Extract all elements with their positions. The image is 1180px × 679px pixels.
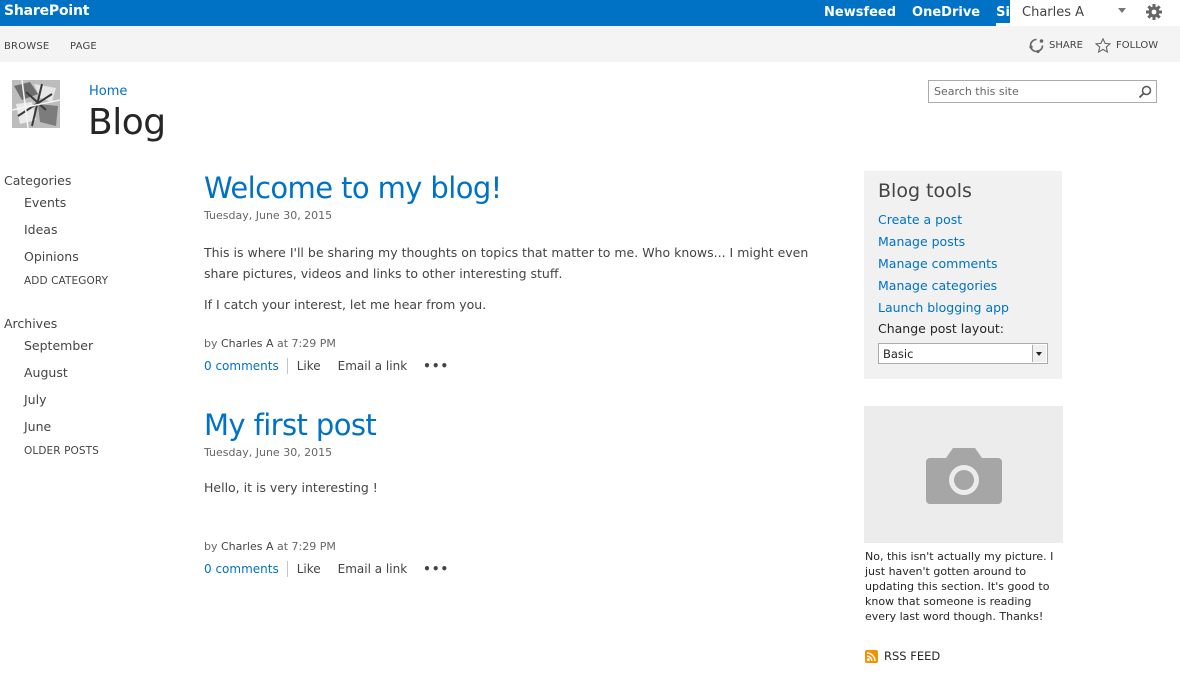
nav-item-july[interactable]: July <box>24 392 46 407</box>
post-layout-value: Basic <box>883 347 914 361</box>
nav-item-june[interactable]: June <box>24 419 51 434</box>
post-date: Tuesday, June 30, 2015 <box>204 209 333 222</box>
like-button[interactable]: Like <box>297 561 321 577</box>
post-date: Tuesday, June 30, 2015 <box>204 446 333 459</box>
post-layout-select[interactable]: Basic <box>878 343 1048 364</box>
older-posts-link[interactable]: OLDER POSTS <box>24 445 99 457</box>
more-options-icon[interactable]: ••• <box>423 563 449 575</box>
email-link-button[interactable]: Email a link <box>338 358 408 374</box>
search-box <box>928 80 1157 103</box>
chevron-down-icon[interactable] <box>1118 8 1126 13</box>
search-icon[interactable] <box>1138 85 1152 99</box>
user-menu[interactable]: Charles A <box>1010 0 1180 26</box>
manage-posts-link[interactable]: Manage posts <box>878 234 965 249</box>
post-layout-label: Change post layout: <box>878 321 1005 336</box>
blog-tools-title: Blog tools <box>878 180 972 202</box>
brand-logo[interactable]: SharePoint <box>4 3 89 19</box>
tab-browse[interactable]: BROWSE <box>4 41 49 52</box>
breadcrumb-home[interactable]: Home <box>89 84 127 99</box>
nav-item-events[interactable]: Events <box>24 195 66 210</box>
add-category-link[interactable]: ADD CATEGORY <box>24 275 108 287</box>
launch-blogging-app-link[interactable]: Launch blogging app <box>878 300 1009 315</box>
nav-item-september[interactable]: September <box>24 338 93 353</box>
page-title: Blog <box>88 102 166 143</box>
post-byline: by Charles A at 7:29 PM <box>204 540 336 553</box>
tab-page[interactable]: PAGE <box>70 41 97 52</box>
share-label: SHARE <box>1049 40 1083 51</box>
manage-categories-link[interactable]: Manage categories <box>878 278 997 293</box>
about-text: No, this isn't actually my picture. I ju… <box>865 550 1054 623</box>
post-body: Hello, it is very interesting ! <box>204 477 814 498</box>
suite-link-newsfeed[interactable]: Newsfeed <box>816 0 904 26</box>
profile-picture-placeholder <box>864 406 1063 543</box>
rss-feed-link[interactable]: RSS FEED <box>865 649 940 663</box>
byline-prefix: by <box>204 540 218 553</box>
post-paragraph: If I catch your interest, let me hear fr… <box>204 297 487 312</box>
post-paragraph: This is where I'll be sharing my thought… <box>204 245 809 281</box>
post-author[interactable]: Charles A <box>221 337 274 350</box>
post-time: at 7:29 PM <box>277 337 336 350</box>
post-paragraph: Hello, it is very interesting ! <box>204 480 378 495</box>
chevron-down-icon[interactable] <box>1032 345 1046 362</box>
byline-prefix: by <box>204 337 218 350</box>
nav-item-august[interactable]: August <box>24 365 68 380</box>
post-actions: 0 comments Like Email a link ••• <box>204 357 449 375</box>
share-button[interactable]: SHARE <box>1029 38 1083 53</box>
comments-link[interactable]: 0 comments <box>204 358 288 374</box>
share-icon <box>1029 38 1044 53</box>
post-title[interactable]: Welcome to my blog! <box>204 171 502 205</box>
blog-tools-panel: Blog tools Create a post Manage posts Ma… <box>864 171 1062 379</box>
post-author[interactable]: Charles A <box>221 540 274 553</box>
suite-link-onedrive[interactable]: OneDrive <box>904 0 988 26</box>
user-name[interactable]: Charles A <box>1022 5 1084 20</box>
manage-comments-link[interactable]: Manage comments <box>878 256 998 271</box>
follow-label: FOLLOW <box>1116 40 1159 51</box>
post-actions: 0 comments Like Email a link ••• <box>204 560 449 578</box>
post-title[interactable]: My first post <box>204 408 377 442</box>
ribbon: BROWSE PAGE SHARE FOLLOW <box>0 26 1180 62</box>
more-options-icon[interactable]: ••• <box>423 360 449 372</box>
post-body: This is where I'll be sharing my thought… <box>204 242 814 315</box>
star-icon <box>1095 38 1111 53</box>
email-link-button[interactable]: Email a link <box>338 561 408 577</box>
search-input[interactable] <box>929 81 1129 102</box>
rss-icon <box>865 649 878 663</box>
site-logo[interactable] <box>12 80 60 128</box>
post-time: at 7:29 PM <box>277 540 336 553</box>
camera-icon <box>926 448 1002 504</box>
gear-icon[interactable] <box>1144 2 1164 22</box>
like-button[interactable]: Like <box>297 358 321 374</box>
nav-item-opinions[interactable]: Opinions <box>24 249 79 264</box>
follow-button[interactable]: FOLLOW <box>1095 38 1158 53</box>
rss-label: RSS FEED <box>884 649 941 663</box>
suite-links: Newsfeed OneDrive Sites <box>816 0 1041 26</box>
suite-bar: SharePoint Newsfeed OneDrive Sites Charl… <box>0 0 1180 26</box>
nav-heading-categories[interactable]: Categories <box>4 173 71 188</box>
create-post-link[interactable]: Create a post <box>878 212 962 227</box>
nav-item-ideas[interactable]: Ideas <box>24 222 57 237</box>
post-byline: by Charles A at 7:29 PM <box>204 337 336 350</box>
comments-link[interactable]: 0 comments <box>204 561 288 577</box>
nav-heading-archives[interactable]: Archives <box>4 316 57 331</box>
